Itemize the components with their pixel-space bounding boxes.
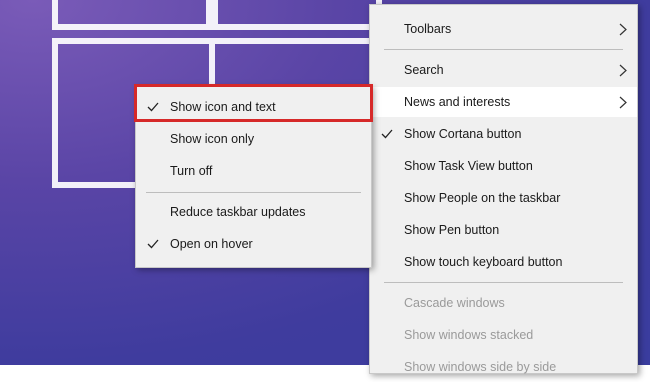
menu-item-search[interactable]: Search bbox=[370, 55, 637, 85]
taskbar-context-menu: Toolbars Search News and interests Show … bbox=[369, 4, 638, 374]
menu-separator bbox=[146, 192, 361, 193]
submenu-item-label: Reduce taskbar updates bbox=[170, 205, 306, 219]
menu-item-show-pen-button[interactable]: Show Pen button bbox=[370, 215, 637, 245]
submenu-item-label: Show icon only bbox=[170, 132, 255, 146]
submenu-item-label: Open on hover bbox=[170, 237, 253, 251]
menu-item-label: Show touch keyboard button bbox=[404, 255, 563, 269]
menu-item-label: Toolbars bbox=[404, 22, 452, 36]
windows-logo-pane-top-right bbox=[212, 0, 382, 30]
menu-item-show-touch-keyboard-button[interactable]: Show touch keyboard button bbox=[370, 247, 637, 277]
menu-item-label: Search bbox=[404, 63, 444, 77]
menu-item-label: Show Cortana button bbox=[404, 127, 522, 141]
checkmark-icon bbox=[146, 237, 160, 251]
highlight-annotation-box bbox=[134, 84, 373, 122]
checkmark-icon bbox=[380, 127, 394, 141]
menu-separator bbox=[384, 49, 623, 50]
menu-item-news-and-interests[interactable]: News and interests bbox=[370, 87, 637, 117]
menu-item-show-cortana-button[interactable]: Show Cortana button bbox=[370, 119, 637, 149]
submenu-item-open-on-hover[interactable]: Open on hover bbox=[136, 229, 371, 259]
menu-separator bbox=[384, 282, 623, 283]
menu-item-label: News and interests bbox=[404, 95, 511, 109]
submenu-item-show-icon-only[interactable]: Show icon only bbox=[136, 124, 371, 154]
menu-item-show-windows-stacked[interactable]: Show windows stacked bbox=[370, 320, 637, 350]
menu-item-label: Show Task View button bbox=[404, 159, 533, 173]
menu-item-show-people-on-taskbar[interactable]: Show People on the taskbar bbox=[370, 183, 637, 213]
submenu-item-turn-off[interactable]: Turn off bbox=[136, 156, 371, 186]
submenu-item-reduce-taskbar-updates[interactable]: Reduce taskbar updates bbox=[136, 197, 371, 227]
submenu-item-label: Turn off bbox=[170, 164, 213, 178]
menu-item-label: Cascade windows bbox=[404, 296, 505, 310]
menu-item-label: Show Pen button bbox=[404, 223, 500, 237]
chevron-right-icon bbox=[617, 95, 629, 109]
menu-item-toolbars[interactable]: Toolbars bbox=[370, 14, 637, 44]
chevron-right-icon bbox=[617, 63, 629, 77]
menu-item-label: Show windows stacked bbox=[404, 328, 534, 342]
menu-item-label: Show People on the taskbar bbox=[404, 191, 561, 205]
windows-logo-pane-top-left bbox=[52, 0, 212, 30]
menu-item-label: Show windows side by side bbox=[404, 360, 557, 374]
menu-item-cascade-windows[interactable]: Cascade windows bbox=[370, 288, 637, 318]
chevron-right-icon bbox=[617, 22, 629, 36]
menu-item-show-task-view-button[interactable]: Show Task View button bbox=[370, 151, 637, 181]
menu-item-show-windows-side-by-side[interactable]: Show windows side by side bbox=[370, 352, 637, 382]
